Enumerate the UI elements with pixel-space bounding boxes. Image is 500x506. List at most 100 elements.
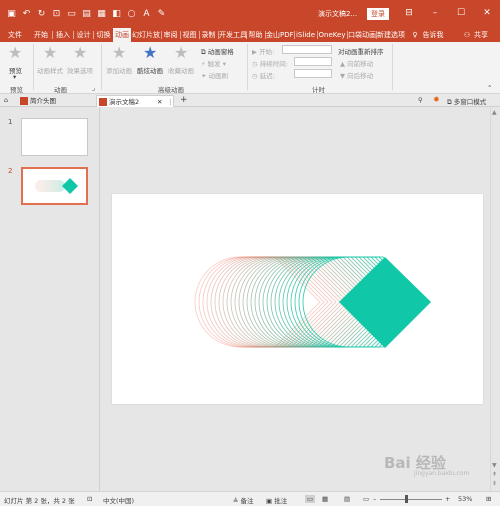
tab-insert[interactable]: 插入 <box>54 28 72 42</box>
collect-animation-icon[interactable]: ★ <box>174 45 188 61</box>
tab-animations[interactable]: 动画 <box>113 28 131 42</box>
tab-record[interactable]: 录制 <box>200 28 217 42</box>
preview-star-icon[interactable]: ★ <box>8 45 22 61</box>
animation-style-icon[interactable]: ★ <box>43 45 57 61</box>
add-tab-button[interactable]: + <box>180 95 188 105</box>
watermark-url: jingyan.baidu.com <box>414 470 470 477</box>
tab-slideshow[interactable]: 幻灯片放 <box>132 28 160 42</box>
slide-sorter-icon[interactable]: ▦ <box>322 495 328 503</box>
timing-group-label: 计时 <box>312 86 325 94</box>
new-file-icon[interactable]: ▭ <box>64 8 79 20</box>
tab-help[interactable]: 帮助 <box>247 28 264 42</box>
ppt-file-icon <box>99 98 107 106</box>
animation-brush-button[interactable]: ✦ 动画刷 <box>201 70 228 80</box>
thumbnail-shape-preview <box>35 178 78 194</box>
open-file-icon[interactable]: ▤ <box>79 8 94 20</box>
collect-animation-button[interactable]: 收藏动画 <box>168 65 194 75</box>
font-color-icon[interactable]: A <box>139 8 154 20</box>
slide-number: 1 <box>8 118 13 126</box>
home-tab-icon[interactable]: ⌂ <box>4 96 8 104</box>
scroll-up-icon[interactable]: ▲ <box>492 109 497 116</box>
preview-dropdown-icon[interactable]: ▾ <box>13 73 16 81</box>
cool-animation-icon[interactable]: ★ <box>143 45 157 61</box>
login-button[interactable]: 登录 <box>367 8 389 20</box>
zoom-in-icon[interactable]: + <box>445 495 450 503</box>
cool-animation-button[interactable]: 酷炫动画 <box>137 65 163 75</box>
prev-slide-icon[interactable]: ⇞ <box>492 471 497 478</box>
add-animation-button[interactable]: 添加动画 <box>106 65 132 75</box>
doc-tab-presentation2[interactable]: 演示文稿2 ✕ ⋮ <box>96 95 174 107</box>
redo-icon[interactable]: ↻ <box>34 8 49 20</box>
language-status[interactable]: 中文(中国) <box>103 495 134 505</box>
tab-home[interactable]: 开始 <box>31 28 51 42</box>
animation-pane-label: 动画窗格 <box>207 48 234 56</box>
normal-view-icon[interactable]: ▭ <box>305 495 316 503</box>
group-launcher-icon[interactable]: ⌟ <box>92 84 95 92</box>
tab-review[interactable]: 审阅 <box>162 28 179 42</box>
tab-design[interactable]: 设计 <box>75 28 92 42</box>
share-button[interactable]: 共享 <box>473 28 489 42</box>
current-slide[interactable] <box>112 194 483 404</box>
effect-options-icon[interactable]: ★ <box>73 45 87 61</box>
add-animation-icon[interactable]: ★ <box>112 45 126 61</box>
trail-outline-shape <box>194 256 321 348</box>
share-icon[interactable]: ⚇ <box>462 28 472 42</box>
spellcheck-icon[interactable]: ⊡ <box>87 495 92 503</box>
zoom-level[interactable]: 53% <box>458 495 472 503</box>
start-select[interactable] <box>282 45 332 54</box>
animation-pane-button[interactable]: ⧉ 动画窗格 <box>201 46 234 57</box>
tab-onekey[interactable]: OneKey <box>318 28 346 42</box>
advanced-animation-group-label: 高级动画 <box>158 86 184 94</box>
animation-group-label: 动画 <box>54 86 67 94</box>
undo-icon[interactable]: ↶ <box>19 8 34 20</box>
save-icon[interactable]: ▣ <box>4 8 19 20</box>
effect-options-button[interactable]: 效果选项 <box>67 65 93 75</box>
shape-icon[interactable]: ○ <box>124 8 139 20</box>
zoom-slider-thumb[interactable] <box>405 495 408 503</box>
slide-thumbnail-1[interactable] <box>21 118 88 156</box>
slideshow-view-icon[interactable]: ▭ <box>363 495 369 503</box>
move-later-button[interactable]: ▼ 向后移动 <box>340 70 373 80</box>
draw-icon[interactable]: ✎ <box>154 8 169 20</box>
collapse-ribbon-icon[interactable]: ⌃ <box>487 84 492 92</box>
move-later-label: 向后移动 <box>347 72 374 80</box>
tab-view[interactable]: 视图 <box>181 28 198 42</box>
print-icon[interactable]: ▦ <box>94 8 109 20</box>
ribbon-display-icon[interactable]: ⊟ <box>396 6 422 20</box>
comments-button[interactable]: ▣ 批注 <box>266 495 287 505</box>
fit-slide-icon[interactable]: ⊞ <box>486 495 491 503</box>
delay-input[interactable] <box>294 69 332 78</box>
zoom-out-icon[interactable]: – <box>373 495 376 503</box>
start-label: ▶ 开始: <box>252 48 275 56</box>
scroll-down-icon[interactable]: ▼ <box>492 462 497 469</box>
next-slide-icon[interactable]: ⇟ <box>492 480 497 487</box>
tab-kingsoft-pdf[interactable]: 金山PDF <box>266 28 294 42</box>
search-icon[interactable]: ⚲ <box>418 96 423 104</box>
duration-input[interactable] <box>294 57 332 66</box>
reading-view-icon[interactable]: ▤ <box>344 495 350 503</box>
vertical-scrollbar[interactable]: ▲ ▼ ⇞ ⇟ <box>490 107 500 491</box>
tab-islide[interactable]: iSlide <box>295 28 316 42</box>
close-icon[interactable]: ✕ <box>474 6 500 20</box>
doc-tab-intro[interactable]: 简介头图 <box>18 95 92 107</box>
move-earlier-button[interactable]: ▲ 向前移动 <box>340 58 373 68</box>
notes-button[interactable]: ≜ 备注 <box>233 495 254 505</box>
slideshow-start-icon[interactable]: ⊡ <box>49 8 64 20</box>
maximize-icon[interactable]: ☐ <box>448 6 474 20</box>
settings-gear-icon[interactable]: ✹ <box>433 95 440 104</box>
notes-label: 备注 <box>240 497 254 505</box>
tab-pocket-animation[interactable]: 口袋动画 <box>348 28 376 42</box>
tab-file[interactable]: 文件 <box>4 28 26 42</box>
tab-transitions[interactable]: 切换 <box>95 28 112 42</box>
minimize-icon[interactable]: – <box>422 6 448 20</box>
tab-developer[interactable]: 开发工具 <box>219 28 247 42</box>
trigger-button[interactable]: ⚡ 触发 ▾ <box>201 58 226 68</box>
format-icon[interactable]: ◧ <box>109 8 124 20</box>
lightbulb-icon[interactable]: ♀ <box>410 28 420 42</box>
animation-style-button[interactable]: 动画样式 <box>37 65 63 75</box>
tab-new-option[interactable]: 新建选项 <box>377 28 405 42</box>
tell-me-button[interactable]: 告诉我 <box>421 28 445 42</box>
multi-window-button[interactable]: ⧉ 多窗口模式 <box>447 96 486 107</box>
slide-thumbnail-2[interactable] <box>21 167 88 205</box>
zoom-slider[interactable] <box>380 499 442 500</box>
